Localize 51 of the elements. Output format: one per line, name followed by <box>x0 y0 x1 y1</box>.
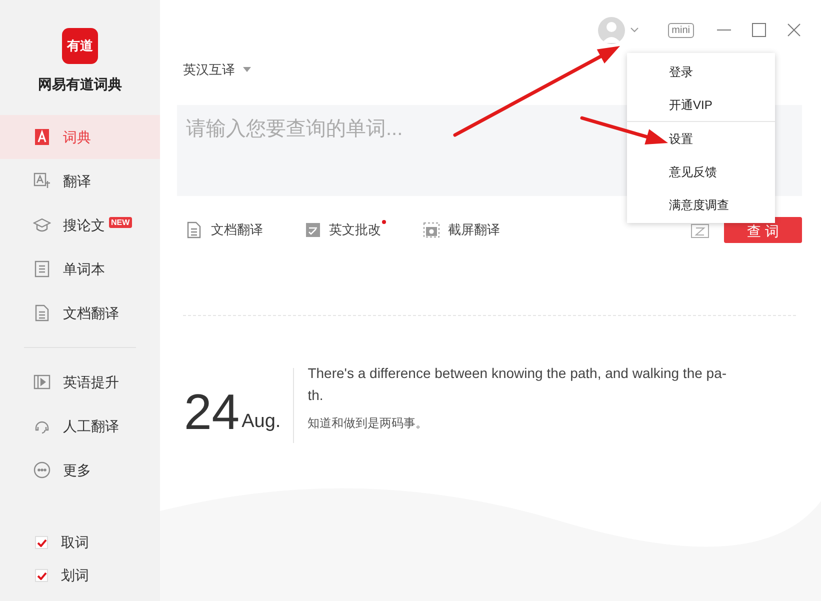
image-icon[interactable] <box>691 222 709 238</box>
video-icon <box>33 373 51 391</box>
checkmark-icon <box>36 538 46 546</box>
sidebar-label: 更多 <box>63 460 91 480</box>
screenshot-camera-icon <box>423 222 440 238</box>
more-icon <box>33 461 51 479</box>
menu-item[interactable]: 设置 <box>627 122 775 155</box>
notebook-icon <box>33 260 51 278</box>
caret-icon <box>243 67 251 72</box>
sidebar-item[interactable]: 翻译 <box>0 159 160 203</box>
sidebar-label: 英语提升 <box>63 372 119 392</box>
mini-mode-button[interactable]: mini <box>668 22 694 38</box>
new-badge: NEW <box>109 216 132 228</box>
app-name: 网易有道词典 <box>38 75 122 94</box>
date-month: Aug. <box>242 410 281 434</box>
check-document-icon <box>305 222 321 238</box>
translate-icon <box>33 172 51 190</box>
dictionary-icon <box>33 128 51 146</box>
sidebar-label: 单词本 <box>63 260 105 278</box>
checkbox-label: 划词 <box>61 566 89 585</box>
tool-button[interactable]: 英文批改 <box>305 220 381 240</box>
checkbox[interactable] <box>35 569 48 582</box>
sidebar-item[interactable]: 单词本 <box>0 247 160 291</box>
sidebar-item[interactable]: 搜论文 NEW <box>0 203 160 247</box>
close-icon[interactable] <box>787 23 801 37</box>
sidebar-item[interactable]: 文档翻译 <box>0 291 160 335</box>
daily-quote: There's a difference between knowing the path, and walking the pa- th. <box>308 364 727 404</box>
menu-item[interactable]: 意见反馈 <box>627 155 775 188</box>
sidebar-label: 翻译 <box>63 172 91 190</box>
sidebar-item[interactable]: 更多 <box>0 448 160 492</box>
checkbox[interactable] <box>35 536 48 549</box>
graduation-cap-icon <box>33 216 51 234</box>
checkbox-label: 取词 <box>61 533 89 552</box>
sidebar-label: 搜论文 <box>63 216 105 234</box>
date-day: 24 <box>184 386 240 436</box>
document-icon <box>185 220 203 238</box>
checkmark-icon <box>36 572 46 580</box>
language-dropdown[interactable]: 英汉互译 <box>183 60 251 80</box>
document-icon <box>33 304 51 322</box>
tool-button[interactable]: 截屏翻译 <box>423 220 500 240</box>
tool-button[interactable]: 文档翻译 <box>185 220 263 240</box>
sidebar-label: 人工翻译 <box>63 416 119 436</box>
sidebar-label: 文档翻译 <box>63 304 119 322</box>
maximize-icon[interactable] <box>752 23 766 37</box>
sidebar-item[interactable]: 英语提升 <box>0 360 160 404</box>
sidebar-item[interactable]: 人工翻译 <box>0 404 160 448</box>
chevron-down-icon[interactable] <box>630 27 639 33</box>
app-logo: 有道 <box>62 28 98 64</box>
sidebar-label: 词典 <box>63 128 91 146</box>
quote-translation: 知道和做到是两码事。 <box>308 414 429 432</box>
menu-item[interactable]: 登录 <box>627 55 775 88</box>
